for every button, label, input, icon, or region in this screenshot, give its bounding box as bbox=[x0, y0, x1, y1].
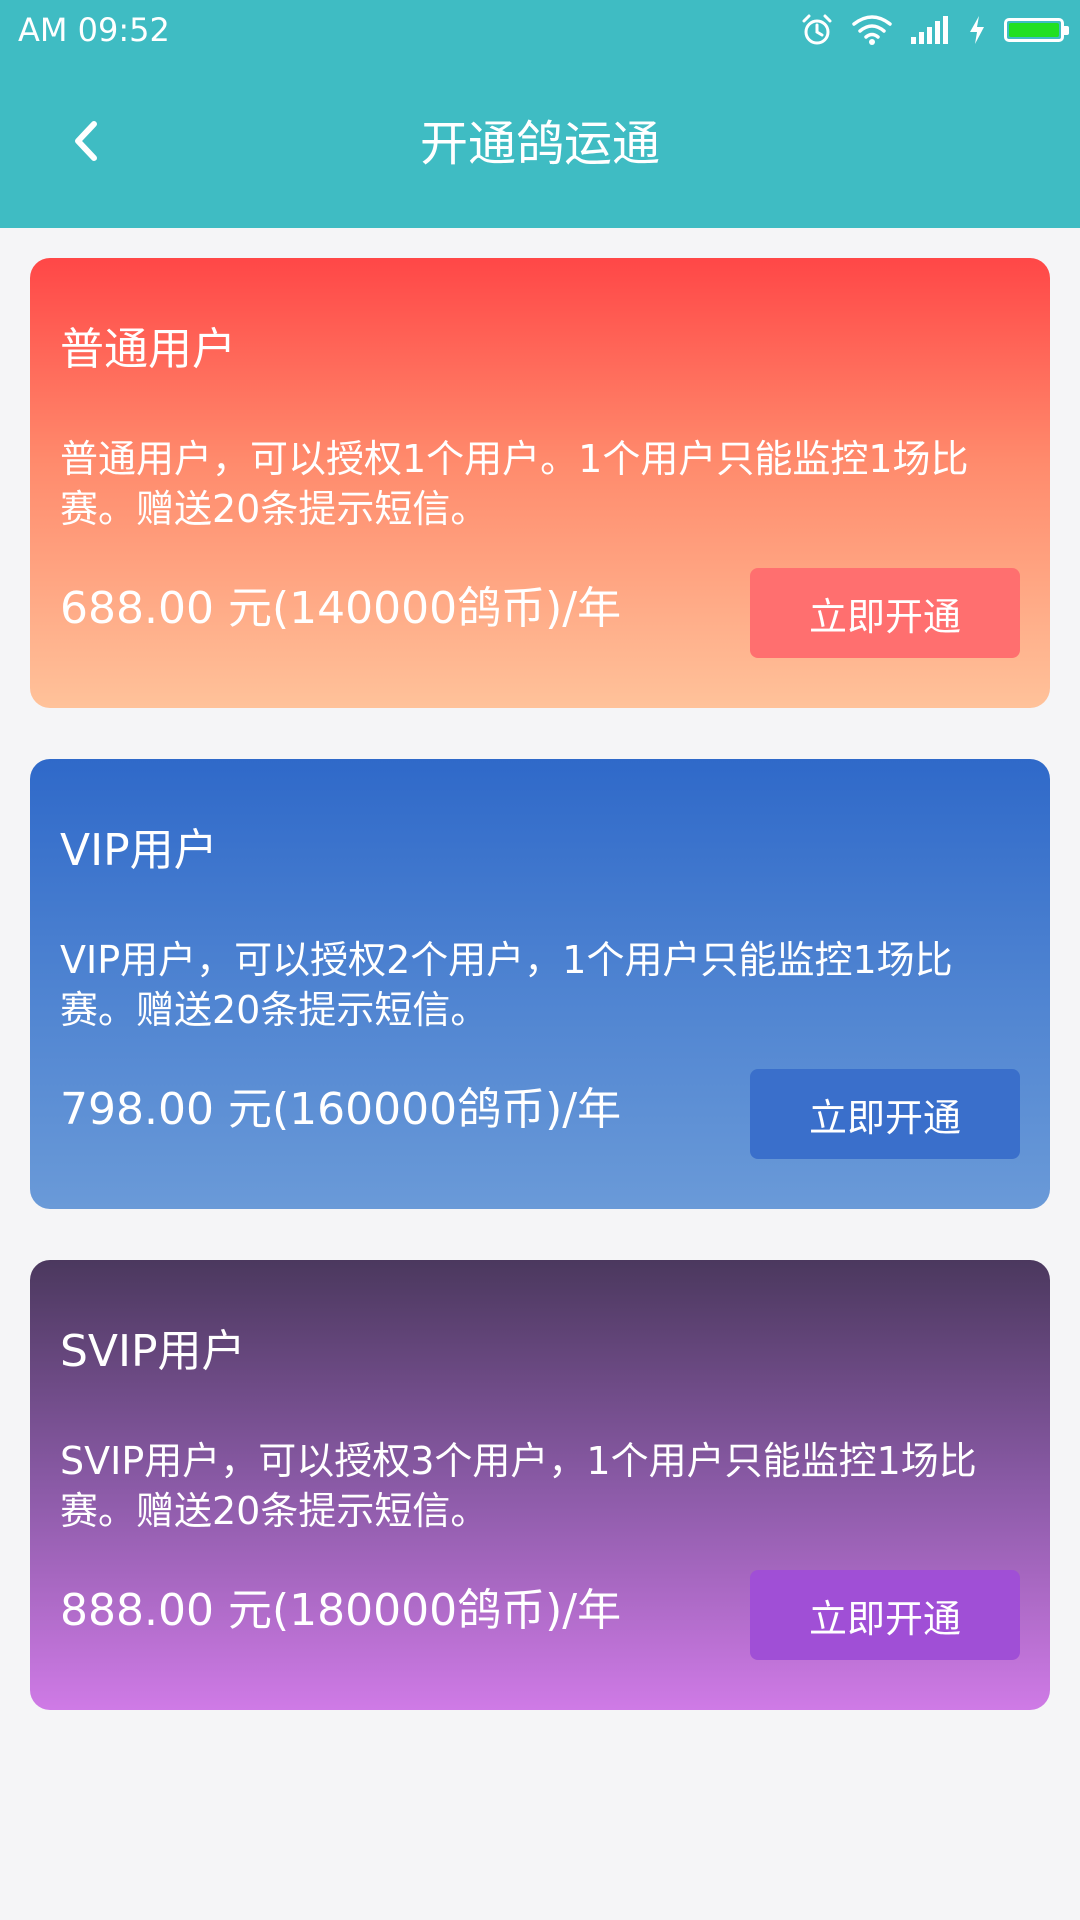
plan-price: 688.00 元(140000鸽币)/年 bbox=[60, 583, 622, 634]
plan-price: 798.00 元(160000鸽币)/年 bbox=[60, 1084, 622, 1135]
page-title: 开通鸽运通 bbox=[419, 116, 660, 172]
status-bar: AM 09:52 bbox=[0, 0, 1080, 60]
charging-icon bbox=[968, 15, 986, 45]
signal-icon bbox=[910, 15, 950, 45]
plan-description: 普通用户，可以授权1个用户。1个用户只能监控1场比赛。赠送20条提示短信。 bbox=[60, 437, 969, 531]
plan-description: VIP用户，可以授权2个用户，1个用户只能监控1场比赛。赠送20条提示短信。 bbox=[60, 938, 953, 1032]
wifi-icon bbox=[852, 14, 892, 46]
plan-title: SVIP用户 bbox=[60, 1326, 246, 1377]
plan-title: VIP用户 bbox=[60, 825, 218, 876]
plan-price: 888.00 元(180000鸽币)/年 bbox=[60, 1585, 622, 1636]
open-vip-button[interactable]: 立即开通 bbox=[750, 1069, 1020, 1159]
open-normal-button[interactable]: 立即开通 bbox=[750, 568, 1020, 658]
nav-bar: 开通鸽运通 bbox=[0, 70, 1080, 220]
plan-card-normal: 普通用户 普通用户，可以授权1个用户。1个用户只能监控1场比赛。赠送20条提示短… bbox=[30, 258, 1050, 708]
alarm-icon bbox=[800, 13, 834, 47]
plan-description: SVIP用户，可以授权3个用户，1个用户只能监控1场比赛。赠送20条提示短信。 bbox=[60, 1439, 977, 1533]
open-svip-button[interactable]: 立即开通 bbox=[750, 1570, 1020, 1660]
battery-icon bbox=[1004, 18, 1069, 42]
plan-card-vip: VIP用户 VIP用户，可以授权2个用户，1个用户只能监控1场比赛。赠送20条提… bbox=[30, 759, 1050, 1209]
plan-title: 普通用户 bbox=[60, 324, 236, 375]
battery-level bbox=[1009, 23, 1059, 37]
app-header: AM 09:52 开通鸽运通 bbox=[0, 0, 1080, 228]
status-icons bbox=[800, 12, 1069, 48]
status-time: AM 09:52 bbox=[18, 11, 170, 49]
plan-card-svip: SVIP用户 SVIP用户，可以授权3个用户，1个用户只能监控1场比赛。赠送20… bbox=[30, 1260, 1050, 1710]
